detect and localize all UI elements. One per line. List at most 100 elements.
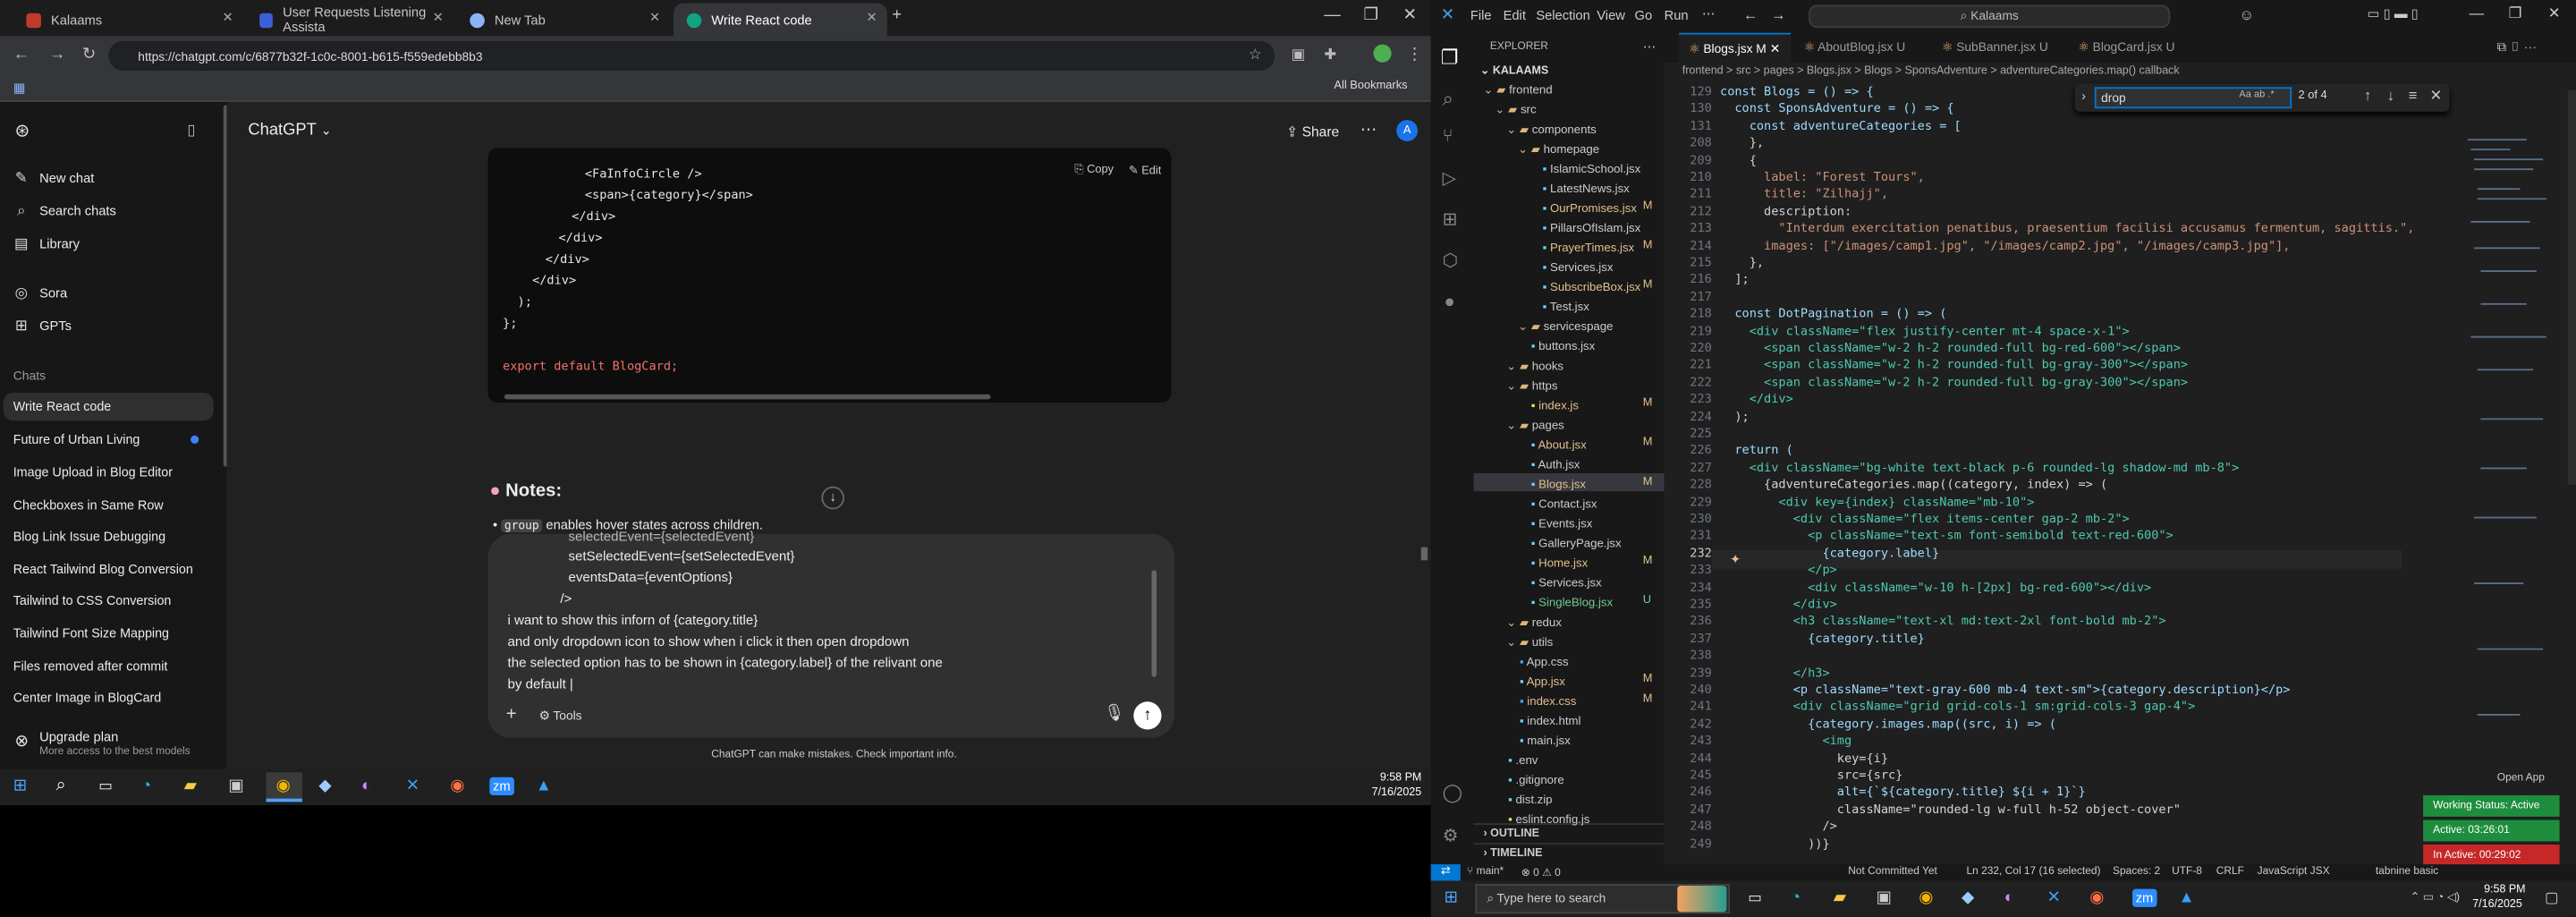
tree-folder[interactable]: ⌄ ▰ pages bbox=[1506, 418, 1564, 433]
code-line[interactable]: className="rounded-lg w-full h-52 object… bbox=[1720, 802, 2181, 817]
code-line[interactable]: {category.title} bbox=[1720, 631, 1925, 646]
tree-file[interactable]: ▪ dist.zip bbox=[1508, 792, 1552, 807]
maximize-icon[interactable]: ❐ bbox=[1363, 6, 1377, 24]
tree-file[interactable]: ▪ Services.jsx bbox=[1543, 259, 1614, 275]
tree-file[interactable]: ▪ IslamicSchool.jsx bbox=[1543, 161, 1641, 176]
tab-blogs[interactable]: ⚛ Blogs.jsx M ✕ bbox=[1679, 32, 1792, 63]
code-line[interactable]: const adventureCategories = [ bbox=[1720, 118, 1962, 133]
code-line[interactable]: ))} bbox=[1720, 836, 1830, 851]
windows-start-icon[interactable]: ⊞ bbox=[1444, 889, 1457, 907]
tree-file[interactable]: ▪ SubscribeBox.jsx bbox=[1543, 279, 1641, 294]
next-match-icon[interactable]: ↓ bbox=[2387, 87, 2394, 103]
project-header[interactable]: ⌄ KALAAMS bbox=[1480, 64, 1548, 77]
minimap[interactable] bbox=[2461, 90, 2560, 765]
previous-match-icon[interactable]: ↑ bbox=[2364, 87, 2371, 103]
chat-item[interactable]: Tailwind to CSS Conversion bbox=[13, 593, 172, 608]
command-center-search[interactable]: ⌕ Kalaams bbox=[1809, 4, 2171, 29]
tree-file[interactable]: ▪ LatestNews.jsx bbox=[1543, 181, 1630, 196]
tab-blogcard[interactable]: ⚛ BlogCard.jsx U bbox=[2068, 33, 2186, 63]
menu-dots-icon[interactable]: ⋮ bbox=[1406, 46, 1422, 64]
attach-plus-icon[interactable]: + bbox=[506, 705, 517, 725]
vscode-icon[interactable]: ✕ bbox=[406, 777, 419, 795]
task-view-icon[interactable]: ▭ bbox=[98, 777, 113, 795]
close-tab-icon[interactable]: ✕ bbox=[866, 10, 877, 25]
code-line[interactable]: ); bbox=[1720, 409, 1749, 424]
menu-file[interactable]: File bbox=[1470, 8, 1492, 23]
nav-forward-icon[interactable]: → bbox=[1771, 6, 1786, 22]
chat-item[interactable]: Blog Link Issue Debugging bbox=[13, 529, 165, 544]
minimize-icon[interactable]: — bbox=[1324, 6, 1340, 24]
tree-file[interactable]: ▪ About.jsx bbox=[1531, 437, 1587, 453]
tree-folder[interactable]: ⌄ ▰ homepage bbox=[1518, 141, 1599, 157]
chrome-icon[interactable]: ◉ bbox=[1919, 889, 1933, 907]
code-line[interactable]: key={i} bbox=[1720, 751, 1888, 766]
code-line[interactable]: const DotPagination = () => ( bbox=[1720, 306, 1946, 321]
scroll-down-button[interactable]: ↓ bbox=[821, 486, 845, 510]
code-line[interactable]: return ( bbox=[1720, 443, 1792, 458]
copilot-icon[interactable]: ☺ bbox=[2239, 6, 2254, 22]
editor-scrollbar[interactable] bbox=[2567, 90, 2576, 485]
share-button[interactable]: ⇪ Share bbox=[1286, 123, 1339, 141]
tree-file[interactable]: ▪ App.css bbox=[1520, 654, 1569, 669]
chrome-icon-2[interactable]: ◉ bbox=[450, 777, 464, 795]
run-debug-icon[interactable]: ▷ bbox=[1443, 167, 1457, 189]
tree-folder[interactable]: ⌄ ▰ hooks bbox=[1506, 358, 1563, 373]
copy-button[interactable]: ⎘ Copy bbox=[1074, 165, 1114, 178]
tree-file[interactable]: ▪ OurPromises.jsx bbox=[1543, 200, 1637, 216]
code-line[interactable]: alt={`${category.title} ${i + 1}`} bbox=[1720, 785, 2086, 800]
toggle-sidebar-icon[interactable]: ▯ bbox=[187, 122, 195, 140]
browser-tab[interactable]: User Requests Listening Assista ✕ bbox=[247, 4, 453, 37]
code-line[interactable]: <span className="w-2 h-2 rounded-full bg… bbox=[1720, 357, 2188, 372]
file-explorer-icon[interactable]: ▰ bbox=[184, 777, 197, 795]
tree-file[interactable]: ▪ buttons.jsx bbox=[1531, 338, 1595, 353]
code-line[interactable]: </div> bbox=[1720, 597, 1837, 612]
close-tab-icon[interactable]: ✕ bbox=[433, 10, 444, 25]
problems-status[interactable]: ⊗ 0 ⚠ 0 bbox=[1521, 866, 1561, 879]
menu-selection[interactable]: Selection bbox=[1536, 8, 1589, 23]
code-line[interactable]: <div className="flex justify-center mt-4… bbox=[1720, 323, 2130, 338]
browser-tab[interactable]: New Tab ✕ bbox=[457, 4, 671, 37]
tree-file[interactable]: ▪ Blogs.jsx bbox=[1531, 477, 1586, 492]
puzzle-icon[interactable]: ✚ bbox=[1324, 46, 1336, 64]
code-line[interactable]: {adventureCategories.map((category, inde… bbox=[1720, 477, 2107, 492]
tree-folder[interactable]: ⌄ ▰ redux bbox=[1506, 615, 1562, 630]
cursor-position[interactable]: Ln 232, Col 17 (16 selected) bbox=[1967, 866, 2101, 878]
code-line[interactable]: <h3 className="text-xl md:text-2xl font-… bbox=[1720, 614, 2166, 629]
tree-file[interactable]: ▪ Services.jsx bbox=[1531, 575, 1602, 590]
language-mode[interactable]: JavaScript JSX bbox=[2258, 866, 2330, 878]
eol-status[interactable]: CRLF bbox=[2216, 866, 2244, 878]
working-status-badge[interactable]: Working Status: Active bbox=[2423, 794, 2560, 817]
remote-icon[interactable]: ⬡ bbox=[1443, 250, 1459, 271]
tree-folder[interactable]: ⌄ ▰ servicespage bbox=[1518, 318, 1613, 334]
code-line[interactable]: <span className="w-2 h-2 rounded-full bg… bbox=[1720, 340, 2181, 355]
open-app-link[interactable]: Open App bbox=[2497, 772, 2545, 784]
chat-item[interactable]: React Tailwind Blog Conversion bbox=[13, 562, 193, 577]
tree-file[interactable]: ▪ PrayerTimes.jsx bbox=[1543, 240, 1634, 255]
github-icon[interactable]: ◐ bbox=[2004, 889, 2014, 907]
tree-file[interactable]: ▪ GalleryPage.jsx bbox=[1531, 536, 1622, 551]
close-icon[interactable]: ✕ bbox=[2548, 5, 2561, 23]
code-line[interactable]: <p className="text-gray-600 mb-4 text-sm… bbox=[1720, 682, 2291, 697]
edge-icon[interactable]: ◔ bbox=[141, 777, 151, 795]
breadcrumb[interactable]: frontend > src > pages > Blogs.jsx > Blo… bbox=[1682, 65, 2180, 77]
url-bar[interactable]: https://chatgpt.com/c/6877b32f-1c0c-8001… bbox=[108, 40, 1275, 71]
tree-file[interactable]: ▪ Auth.jsx bbox=[1531, 457, 1580, 472]
edit-button[interactable]: ✎ Edit bbox=[1129, 165, 1162, 178]
timeline-section[interactable]: › TIMELINE bbox=[1473, 843, 1665, 862]
code-line[interactable]: <div className="flex items-center gap-2 … bbox=[1720, 511, 2130, 526]
code-line[interactable]: label: "Forest Tours", bbox=[1720, 169, 1925, 184]
code-line[interactable]: <img bbox=[1720, 734, 1852, 749]
new-tab-icon[interactable]: + bbox=[892, 6, 902, 24]
all-bookmarks-link[interactable]: All Bookmarks bbox=[1334, 81, 1407, 92]
chat-item[interactable]: Image Upload in Blog Editor bbox=[13, 465, 173, 480]
split-editor-icon[interactable]: ⧉ ▯ ⋯ bbox=[2497, 39, 2538, 55]
git-blame-status[interactable]: Not Committed Yet bbox=[1848, 866, 1937, 878]
sora-button[interactable]: ◎ Sora bbox=[13, 284, 67, 301]
code-line[interactable]: <div key={index} className="mb-10"> bbox=[1720, 494, 2034, 509]
app-icon[interactable]: ◆ bbox=[318, 777, 331, 795]
close-window-icon[interactable]: ✕ bbox=[1403, 6, 1417, 24]
code-line[interactable]: <span className="w-2 h-2 rounded-full bg… bbox=[1720, 374, 2188, 389]
tree-file[interactable]: ▪ SingleBlog.jsx bbox=[1531, 595, 1613, 610]
notification-icon[interactable]: ▢ bbox=[2545, 889, 2559, 907]
code-line[interactable]: const Blogs = () => { bbox=[1720, 84, 1874, 99]
